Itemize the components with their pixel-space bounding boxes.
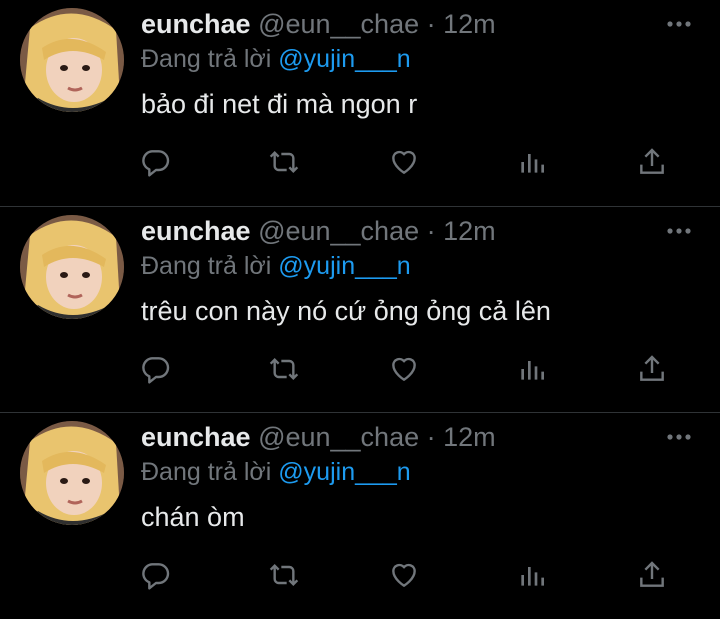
reply-context: Đang trả lời @yujin___n <box>141 455 411 489</box>
display-name[interactable]: eunchae <box>141 422 251 452</box>
tweet-text: bảo đi net đi mà ngon r <box>141 89 418 119</box>
tweet-header: eunchae @eun__chae · 12m <box>141 419 496 455</box>
views-button[interactable] <box>516 559 552 595</box>
reply-prefix: Đang trả lời <box>141 458 272 486</box>
views-button[interactable] <box>516 146 552 182</box>
like-button[interactable] <box>388 559 424 595</box>
views-icon <box>521 154 544 173</box>
reply-mention[interactable]: @yujin___n <box>278 252 410 280</box>
tweet-actions <box>0 559 720 599</box>
retweet-button[interactable] <box>268 559 304 595</box>
reply-context: Đang trả lời @yujin___n <box>141 249 411 283</box>
reply-mention[interactable]: @yujin___n <box>278 45 410 73</box>
retweet-button[interactable] <box>268 146 304 182</box>
more-icon[interactable] <box>662 425 696 449</box>
reply-icon <box>142 563 170 590</box>
like-button[interactable] <box>388 353 424 389</box>
avatar-image <box>20 421 124 525</box>
timestamp[interactable]: · 12m <box>427 216 496 246</box>
more-icon[interactable] <box>662 219 696 243</box>
share-button[interactable] <box>636 559 672 595</box>
reply-icon <box>142 150 170 177</box>
avatar-image <box>20 215 124 319</box>
avatar[interactable] <box>20 421 124 525</box>
reply-prefix: Đang trả lời <box>141 252 272 280</box>
tweet[interactable]: eunchae @eun__chae · 12m Đang trả lời @y… <box>0 206 720 413</box>
display-name[interactable]: eunchae <box>141 216 251 246</box>
avatar[interactable] <box>20 8 124 112</box>
avatar[interactable] <box>20 215 124 319</box>
handle[interactable]: @eun__chae <box>258 216 419 246</box>
views-icon <box>521 567 544 586</box>
reply-context: Đang trả lời @yujin___n <box>141 42 411 76</box>
share-icon <box>640 148 664 174</box>
tweet-header: eunchae @eun__chae · 12m <box>141 6 496 42</box>
more-icon[interactable] <box>662 12 696 36</box>
reply-icon <box>142 357 170 384</box>
retweet-icon <box>269 357 299 381</box>
reply-prefix: Đang trả lời <box>141 45 272 73</box>
share-button[interactable] <box>636 146 672 182</box>
heart-icon <box>392 357 416 381</box>
tweet-actions <box>0 353 720 393</box>
heart-icon <box>392 150 416 174</box>
tweet-header: eunchae @eun__chae · 12m <box>141 213 496 249</box>
retweet-icon <box>269 150 299 174</box>
heart-icon <box>392 563 416 587</box>
display-name[interactable]: eunchae <box>141 9 251 39</box>
views-button[interactable] <box>516 353 552 389</box>
tweet-text: trêu con này nó cứ ỏng ỏng cả lên <box>141 296 551 326</box>
share-icon <box>640 355 664 381</box>
tweet[interactable]: eunchae @eun__chae · 12m Đang trả lời @y… <box>0 412 720 619</box>
handle[interactable]: @eun__chae <box>258 422 419 452</box>
like-button[interactable] <box>388 146 424 182</box>
avatar-image <box>20 8 124 112</box>
handle[interactable]: @eun__chae <box>258 9 419 39</box>
timestamp[interactable]: · 12m <box>427 9 496 39</box>
tweet-text: chán òm <box>141 502 245 532</box>
reply-mention[interactable]: @yujin___n <box>278 458 410 486</box>
retweet-icon <box>269 563 299 587</box>
share-button[interactable] <box>636 353 672 389</box>
views-icon <box>521 361 544 380</box>
reply-button[interactable] <box>140 353 176 389</box>
retweet-button[interactable] <box>268 353 304 389</box>
reply-button[interactable] <box>140 146 176 182</box>
tweet[interactable]: eunchae @eun__chae · 12m Đang trả lời @y… <box>0 0 720 206</box>
timestamp[interactable]: · 12m <box>427 422 496 452</box>
share-icon <box>640 561 664 587</box>
reply-button[interactable] <box>140 559 176 595</box>
tweet-actions <box>0 146 720 186</box>
